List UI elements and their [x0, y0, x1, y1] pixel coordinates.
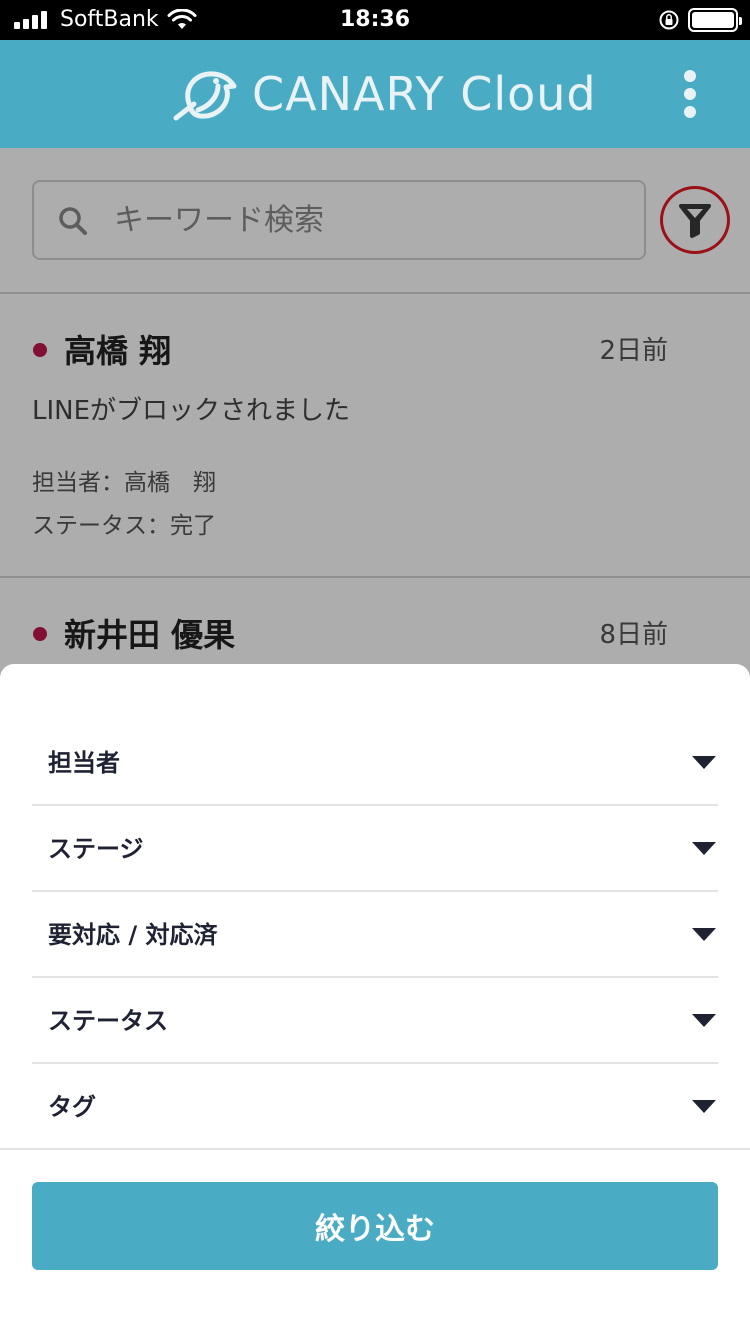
app-screen: SoftBank 18:36 CANARY Cloud キーワード検索 高橋 翔… [0, 0, 750, 1334]
chevron-down-icon [692, 1100, 716, 1113]
app-header: CANARY Cloud [0, 40, 750, 148]
canary-bird-icon [173, 71, 237, 121]
chevron-down-icon [692, 928, 716, 941]
filter-row-action-needed[interactable]: 要対応 / 対応済 [32, 892, 718, 978]
sheet-divider [0, 1148, 750, 1150]
rotation-lock-icon [659, 10, 679, 30]
chevron-down-icon [692, 756, 716, 769]
status-time: 18:36 [339, 7, 411, 32]
chevron-down-icon [692, 1014, 716, 1027]
filter-row-assignee[interactable]: 担当者 [32, 720, 718, 806]
filter-sheet: 担当者 ステージ 要対応 / 対応済 ステータス タグ 絞り込む [0, 664, 750, 1334]
status-bar: SoftBank 18:36 [0, 0, 750, 40]
battery-icon [688, 8, 742, 32]
filter-row-status[interactable]: ステータス [32, 978, 718, 1064]
filter-label: 要対応 / 対応済 [48, 921, 218, 949]
filter-label: 担当者 [48, 749, 120, 777]
filter-label: ステータス [48, 1007, 168, 1035]
apply-filter-button[interactable]: 絞り込む [32, 1182, 718, 1270]
filter-row-tag[interactable]: タグ [32, 1064, 718, 1150]
brand-name: CANARY Cloud [252, 67, 597, 121]
filter-label: ステージ [48, 835, 144, 863]
chevron-down-icon [692, 842, 716, 855]
more-vertical-icon[interactable] [676, 70, 704, 118]
status-right [658, 7, 742, 33]
filter-row-stage[interactable]: ステージ [32, 806, 718, 892]
brand-logo: CANARY Cloud [172, 64, 597, 124]
filter-label: タグ [48, 1093, 96, 1121]
